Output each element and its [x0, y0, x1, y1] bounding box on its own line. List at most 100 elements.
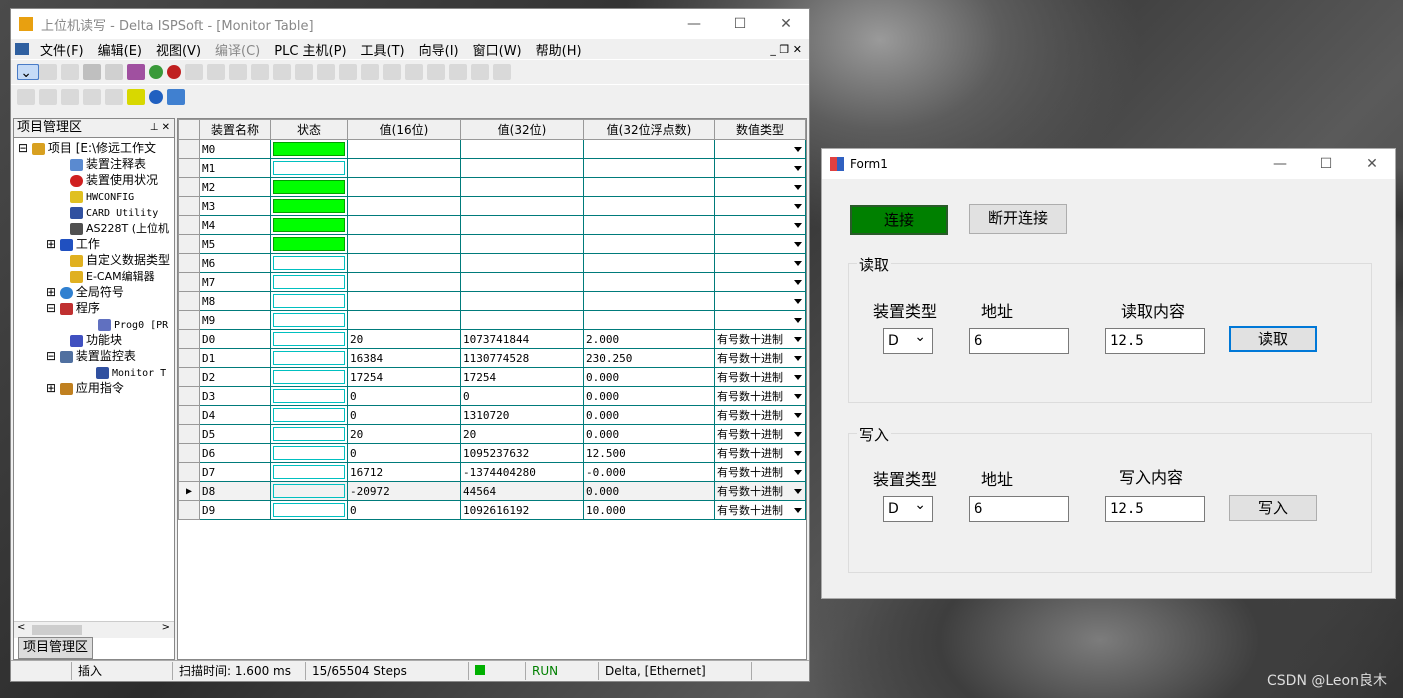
table-row[interactable]: D2 17254 17254 0.000 有号数十进制 — [178, 367, 806, 387]
table-row[interactable]: M8 — [178, 291, 806, 311]
device-name-cell[interactable]: D5 — [199, 424, 271, 444]
step-over-icon[interactable] — [449, 64, 467, 80]
float32-cell[interactable] — [583, 310, 715, 330]
float32-cell[interactable]: 0.000 — [583, 481, 715, 501]
float32-cell[interactable]: 230.250 — [583, 348, 715, 368]
tree-item-as228t[interactable]: AS228T (上位机 — [14, 220, 174, 236]
menu-window[interactable]: 窗口(W) — [466, 40, 529, 59]
status-cell[interactable] — [270, 158, 348, 178]
collapse-icon[interactable]: ⊟ — [18, 141, 32, 155]
read-button[interactable]: 读取 — [1229, 326, 1317, 352]
table-row[interactable]: D3 0 0 0.000 有号数十进制 — [178, 386, 806, 406]
tree-item-programs[interactable]: ⊟ 程序 — [14, 300, 174, 316]
col-value-type[interactable]: 数值类型 — [714, 119, 806, 140]
float32-cell[interactable]: 0.000 — [583, 367, 715, 387]
menu-wizard[interactable]: 向导(I) — [412, 40, 466, 59]
form-minimize-button[interactable]: — — [1257, 156, 1303, 172]
value16-cell[interactable]: 17254 — [347, 367, 461, 387]
row-header[interactable] — [178, 177, 200, 197]
status-cell[interactable] — [270, 443, 348, 463]
value16-cell[interactable]: 20 — [347, 424, 461, 444]
form-maximize-button[interactable]: ☐ — [1303, 156, 1349, 172]
table-row[interactable]: M5 — [178, 234, 806, 254]
float32-cell[interactable]: 0.000 — [583, 424, 715, 444]
bulb-icon[interactable] — [317, 64, 335, 80]
expand-icon[interactable]: ⊞ — [46, 237, 60, 251]
value32-cell[interactable]: -1374404280 — [460, 462, 584, 482]
collapse-icon[interactable]: ⊟ — [46, 349, 60, 363]
tree-item-function-block[interactable]: 功能块 — [14, 332, 174, 348]
row-header[interactable] — [178, 386, 200, 406]
tree-item-monitor-table[interactable]: Monitor T — [14, 364, 174, 380]
status-cell[interactable] — [270, 386, 348, 406]
row-header[interactable] — [178, 348, 200, 368]
connect-button[interactable]: 连接 — [850, 205, 948, 235]
scroll-left-icon[interactable]: < — [17, 622, 25, 633]
tree-item-prog0[interactable]: Prog0 [PR — [14, 316, 174, 332]
replace-icon[interactable] — [167, 89, 185, 105]
status-cell[interactable] — [270, 500, 348, 520]
table-row[interactable]: M2 — [178, 177, 806, 197]
float32-cell[interactable]: 0.000 — [583, 405, 715, 425]
device-name-cell[interactable]: D6 — [199, 443, 271, 463]
value32-cell[interactable] — [460, 158, 584, 178]
scroll-right-icon[interactable]: > — [162, 622, 170, 633]
device-name-cell[interactable]: M1 — [199, 158, 271, 178]
float32-cell[interactable] — [583, 291, 715, 311]
open-icon[interactable] — [39, 64, 57, 80]
status-cell[interactable] — [270, 405, 348, 425]
tree-item-monitor-tables[interactable]: ⊟ 装置监控表 — [14, 348, 174, 364]
float32-cell[interactable] — [583, 272, 715, 292]
transfer-icon[interactable] — [339, 64, 357, 80]
value16-cell[interactable]: 0 — [347, 500, 461, 520]
tree-item-task[interactable]: ⊞ 工作 — [14, 236, 174, 252]
book-icon[interactable] — [127, 64, 145, 80]
col-value16[interactable]: 值(16位) — [347, 119, 461, 140]
table-row[interactable]: D6 0 1095237632 12.500 有号数十进制 — [178, 443, 806, 463]
device-name-cell[interactable]: M3 — [199, 196, 271, 216]
value16-cell[interactable] — [347, 310, 461, 330]
menu-plc[interactable]: PLC 主机(P) — [267, 40, 353, 59]
value-type-dropdown[interactable]: 有号数十进制 — [714, 462, 806, 482]
value-type-dropdown[interactable] — [714, 272, 806, 292]
value32-cell[interactable] — [460, 139, 584, 159]
status-cell[interactable] — [270, 234, 348, 254]
disconnect-button[interactable]: 断开连接 — [969, 204, 1067, 234]
value32-cell[interactable]: 1073741844 — [460, 329, 584, 349]
row-header[interactable] — [178, 272, 200, 292]
table-row[interactable]: M0 — [178, 139, 806, 159]
float32-cell[interactable] — [583, 253, 715, 273]
row-header[interactable]: ▶ — [178, 481, 200, 501]
row-header[interactable] — [178, 215, 200, 235]
value-type-dropdown[interactable] — [714, 158, 806, 178]
net-icon[interactable] — [361, 64, 379, 80]
run-icon[interactable] — [149, 65, 163, 79]
upload-icon[interactable] — [185, 64, 203, 80]
comm-icon[interactable] — [273, 64, 291, 80]
horizontal-scrollbar[interactable]: < > — [14, 621, 174, 638]
float32-cell[interactable] — [583, 196, 715, 216]
float32-cell[interactable] — [583, 177, 715, 197]
table-row[interactable]: D7 16712 -1374404280 -0.000 有号数十进制 — [178, 462, 806, 482]
window-icon[interactable] — [105, 64, 123, 80]
row-header[interactable] — [178, 329, 200, 349]
row-header[interactable] — [178, 196, 200, 216]
value-type-dropdown[interactable]: 有号数十进制 — [714, 443, 806, 463]
value32-cell[interactable] — [460, 310, 584, 330]
device-name-cell[interactable]: M4 — [199, 215, 271, 235]
print-icon[interactable] — [83, 64, 101, 80]
menu-file[interactable]: 文件(F) — [33, 40, 91, 59]
float32-cell[interactable] — [583, 158, 715, 178]
status-cell[interactable] — [270, 329, 348, 349]
status-cell[interactable] — [270, 310, 348, 330]
device-name-cell[interactable]: M2 — [199, 177, 271, 197]
row-header[interactable] — [178, 443, 200, 463]
tree-item-instructions[interactable]: ⊞ 应用指令 — [14, 380, 174, 396]
col-value32[interactable]: 值(32位) — [460, 119, 584, 140]
table-row[interactable]: D1 16384 1130774528 230.250 有号数十进制 — [178, 348, 806, 368]
read-address-input[interactable]: 6 — [969, 328, 1069, 354]
save-icon[interactable] — [61, 64, 79, 80]
device-name-cell[interactable]: D9 — [199, 500, 271, 520]
value16-cell[interactable] — [347, 272, 461, 292]
table-row[interactable]: D9 0 1092616192 10.000 有号数十进制 — [178, 500, 806, 520]
